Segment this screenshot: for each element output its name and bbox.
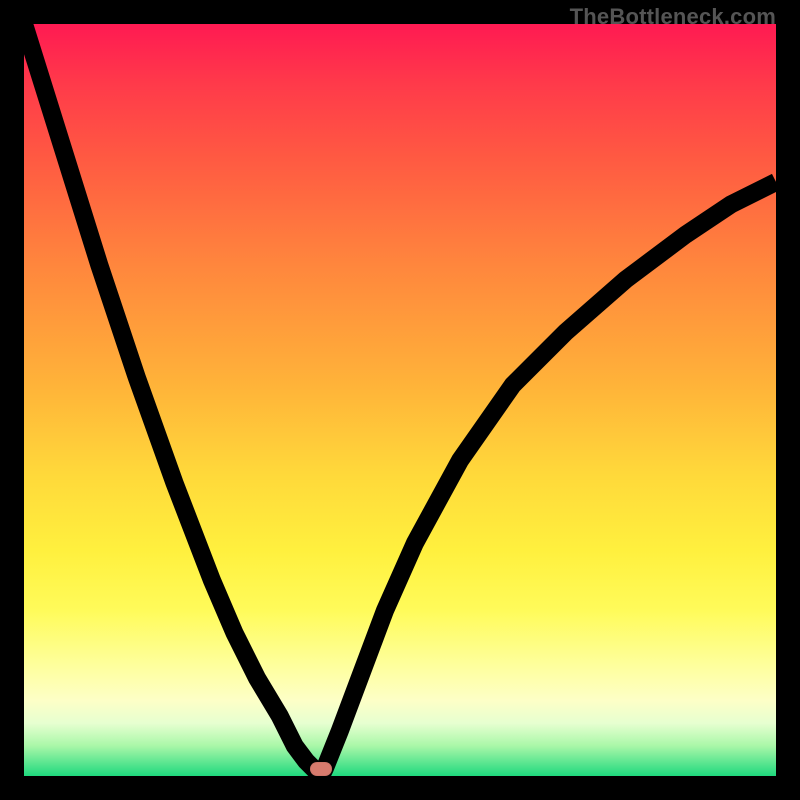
plot-frame xyxy=(24,24,776,776)
plot-area xyxy=(24,24,776,776)
gradient-background xyxy=(24,24,776,776)
bottleneck-marker xyxy=(310,762,332,776)
watermark-text: TheBottleneck.com xyxy=(570,4,776,30)
